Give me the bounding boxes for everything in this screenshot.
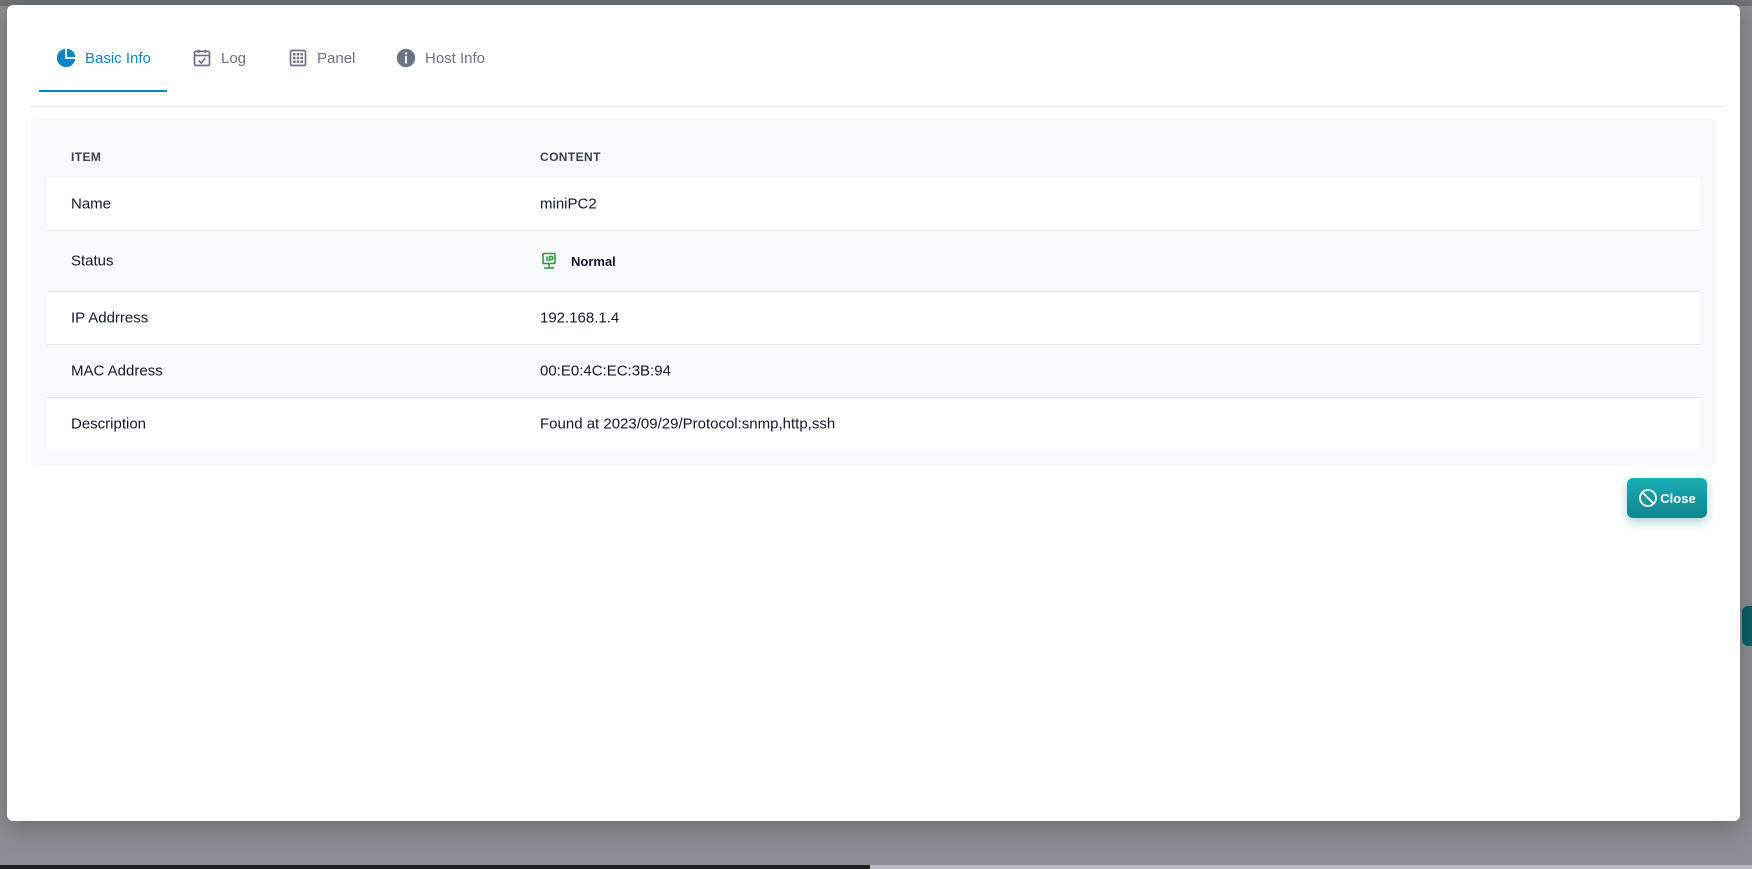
- row-content: 192.168.1.4: [540, 309, 620, 327]
- row-content: Found at 2023/09/29/Protocol:snmp,http,s…: [540, 415, 836, 433]
- close-button[interactable]: Close: [1627, 478, 1707, 518]
- info-table: ITEM CONTENT Name miniPC2 Status Normal …: [31, 118, 1716, 466]
- column-header-item: ITEM: [71, 150, 102, 164]
- background-bottom-bar: [0, 865, 1752, 869]
- tab-label: Basic Info: [85, 49, 151, 67]
- row-content-status: Normal: [540, 252, 616, 270]
- table-row: Description Found at 2023/09/29/Protocol…: [47, 398, 1700, 450]
- row-item: Description: [71, 415, 147, 433]
- tab-label: Panel: [317, 49, 356, 67]
- table-row: Name miniPC2: [47, 178, 1700, 231]
- calendar-check-icon: [191, 47, 213, 69]
- row-content: 00:E0:4C:EC:3B:94: [540, 362, 671, 380]
- info-circle-icon: [395, 47, 417, 69]
- row-item: Status: [71, 252, 114, 270]
- node-info-dialog: Basic Info Log Panel Host Info ITEM CONT…: [7, 5, 1740, 821]
- table-row: IP Addrress 192.168.1.4: [47, 292, 1700, 345]
- background-side-button: [1742, 606, 1752, 646]
- row-item: IP Addrress: [71, 309, 149, 327]
- row-content: miniPC2: [540, 195, 597, 213]
- status-text: Normal: [571, 253, 616, 269]
- table-row: MAC Address 00:E0:4C:EC:3B:94: [47, 345, 1700, 398]
- row-item: Name: [71, 195, 112, 213]
- tab-bar: Basic Info Log Panel Host Info: [31, 25, 1724, 107]
- table-header: ITEM CONTENT: [47, 118, 1700, 178]
- row-item: MAC Address: [71, 362, 163, 380]
- table-row: Status Normal: [47, 231, 1700, 292]
- pie-chart-icon: [55, 47, 77, 69]
- close-button-label: Close: [1660, 490, 1696, 506]
- tab-panel[interactable]: Panel: [287, 25, 355, 91]
- tab-host-info[interactable]: Host Info: [395, 25, 485, 91]
- tab-label: Host Info: [425, 49, 486, 67]
- lan-port-icon: [540, 252, 558, 270]
- grid-icon: [287, 47, 309, 69]
- tab-basic-info[interactable]: Basic Info: [39, 25, 167, 92]
- column-header-content: CONTENT: [540, 150, 601, 164]
- block-icon: [1638, 488, 1658, 508]
- tab-log[interactable]: Log: [191, 25, 246, 91]
- tab-label: Log: [221, 49, 247, 67]
